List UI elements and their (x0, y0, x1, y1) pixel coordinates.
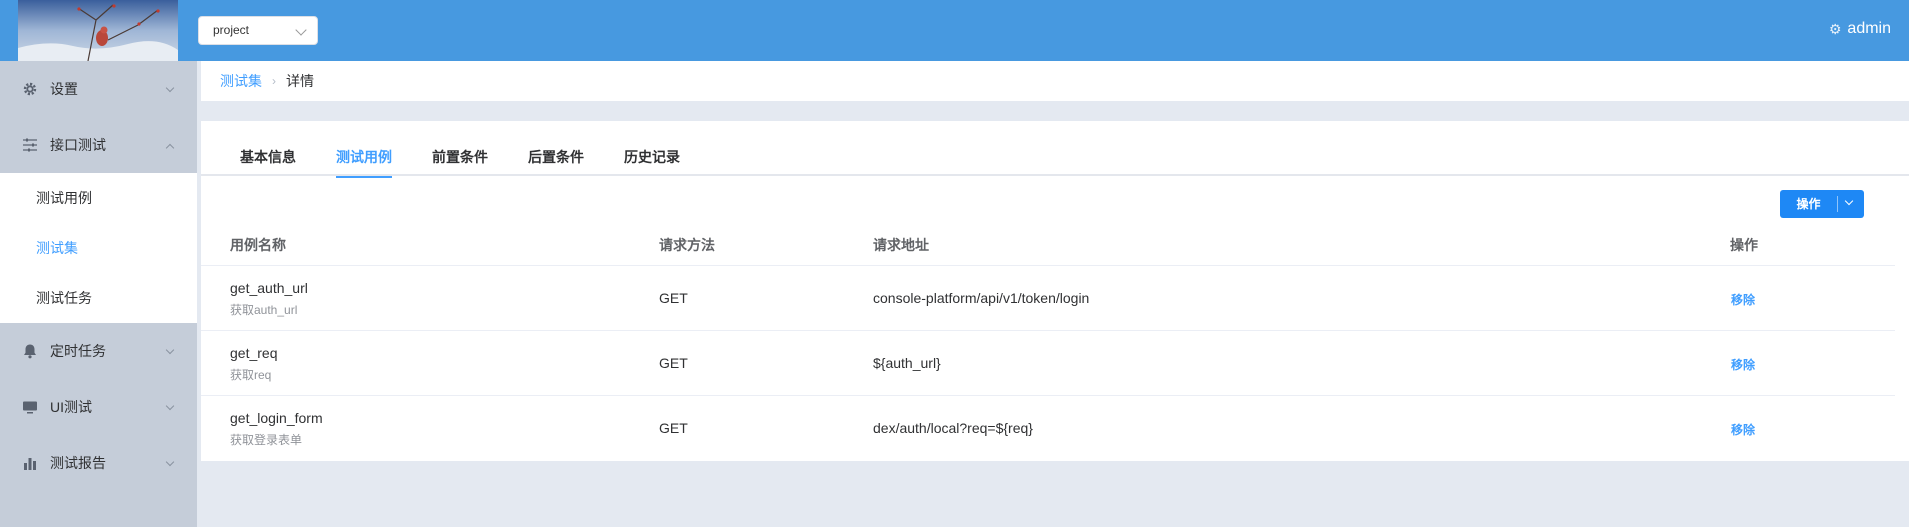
column-header-url: 请求地址 (873, 237, 929, 253)
sidebar-item-label: 定时任务 (50, 343, 106, 359)
case-description: 获取登录表单 (230, 433, 303, 447)
tab-basic-info[interactable]: 基本信息 (240, 147, 296, 176)
remove-link[interactable]: 移除 (1731, 291, 1755, 308)
request-url: ${auth_url} (873, 355, 941, 371)
sidebar-item-api-test[interactable]: 接口测试 (0, 117, 197, 173)
top-header: project ⚙ admin (0, 0, 1909, 61)
chevron-down-icon (295, 24, 307, 36)
chevron-down-icon (1844, 196, 1854, 206)
case-description: 获取auth_url (230, 303, 298, 317)
sidebar-item-ui-test[interactable]: UI测试 (0, 379, 197, 435)
test-case-table: 用例名称 请求方法 请求地址 操作 get_auth_url 获取auth_ur… (201, 221, 1895, 461)
sliders-icon (22, 137, 38, 153)
monitor-icon (22, 399, 38, 415)
request-url: console-platform/api/v1/token/login (873, 290, 1090, 306)
button-divider (1837, 196, 1838, 212)
case-description: 获取req (230, 368, 272, 382)
remove-link[interactable]: 移除 (1731, 356, 1755, 373)
column-header-action: 操作 (1730, 237, 1758, 253)
tab-history[interactable]: 历史记录 (624, 147, 680, 176)
chevron-down-icon (165, 401, 175, 411)
sidebar-item-label: 设置 (50, 81, 78, 97)
breadcrumb-link[interactable]: 测试集 (220, 71, 262, 91)
column-header-method: 请求方法 (659, 237, 715, 253)
sidebar: 设置 接口测试 测试用例 测试集 测试任务 定时任务 UI测试 测试报告 (0, 61, 197, 527)
case-name: get_auth_url (230, 280, 308, 296)
table-row: get_login_form 获取登录表单 GET dex/auth/local… (201, 396, 1895, 461)
gear-icon (22, 81, 38, 97)
breadcrumb: 测试集 › 详情 (201, 61, 1909, 101)
chevron-down-icon (165, 457, 175, 467)
chevron-right-icon: › (272, 74, 276, 88)
column-header-name: 用例名称 (230, 237, 286, 253)
table-header: 用例名称 请求方法 请求地址 操作 (201, 221, 1895, 266)
tab-postconditions[interactable]: 后置条件 (528, 147, 584, 176)
table-row: get_auth_url 获取auth_url GET console-plat… (201, 266, 1895, 331)
user-name: admin (1847, 20, 1891, 37)
request-url: dex/auth/local?req=${req} (873, 420, 1033, 436)
request-method: GET (659, 420, 688, 436)
chevron-down-icon (165, 83, 175, 93)
request-method: GET (659, 355, 688, 371)
case-name: get_req (230, 345, 278, 361)
sidebar-item-test-reports[interactable]: 测试报告 (0, 435, 197, 491)
table-row: get_req 获取req GET ${auth_url} 移除 (201, 331, 1895, 396)
submenu: 测试用例 测试集 测试任务 (0, 173, 197, 323)
remove-link[interactable]: 移除 (1731, 421, 1755, 438)
bell-icon (22, 343, 38, 359)
project-select-value: project (213, 23, 250, 37)
chevron-down-icon (165, 345, 175, 355)
tab-test-cases[interactable]: 测试用例 (336, 147, 392, 178)
sidebar-item-label: 测试报告 (50, 455, 106, 471)
sidebar-item-settings[interactable]: 设置 (0, 61, 197, 117)
sidebar-item-label: UI测试 (50, 399, 92, 415)
request-method: GET (659, 290, 688, 306)
logo-image (18, 0, 178, 61)
submenu-item-test-suites[interactable]: 测试集 (0, 223, 197, 273)
breadcrumb-current: 详情 (286, 73, 314, 89)
bar-chart-icon (22, 455, 38, 471)
operate-button-label: 操作 (1796, 197, 1821, 211)
user-menu[interactable]: ⚙ admin (1829, 20, 1891, 38)
gear-icon: ⚙ (1828, 20, 1842, 37)
tab-preconditions[interactable]: 前置条件 (432, 147, 488, 176)
submenu-item-test-tasks[interactable]: 测试任务 (0, 273, 197, 323)
sidebar-item-label: 接口测试 (50, 137, 106, 153)
chevron-up-icon (165, 143, 175, 153)
main-panel: 基本信息 测试用例 前置条件 后置条件 历史记录 操作 用例名称 请求方法 请求… (201, 121, 1909, 461)
project-select[interactable]: project (198, 16, 318, 45)
tab-bar: 基本信息 测试用例 前置条件 后置条件 历史记录 (201, 121, 1909, 178)
sidebar-item-scheduled-tasks[interactable]: 定时任务 (0, 323, 197, 379)
case-name: get_login_form (230, 410, 323, 426)
operate-dropdown-button[interactable]: 操作 (1780, 190, 1864, 218)
submenu-item-test-cases[interactable]: 测试用例 (0, 173, 197, 223)
